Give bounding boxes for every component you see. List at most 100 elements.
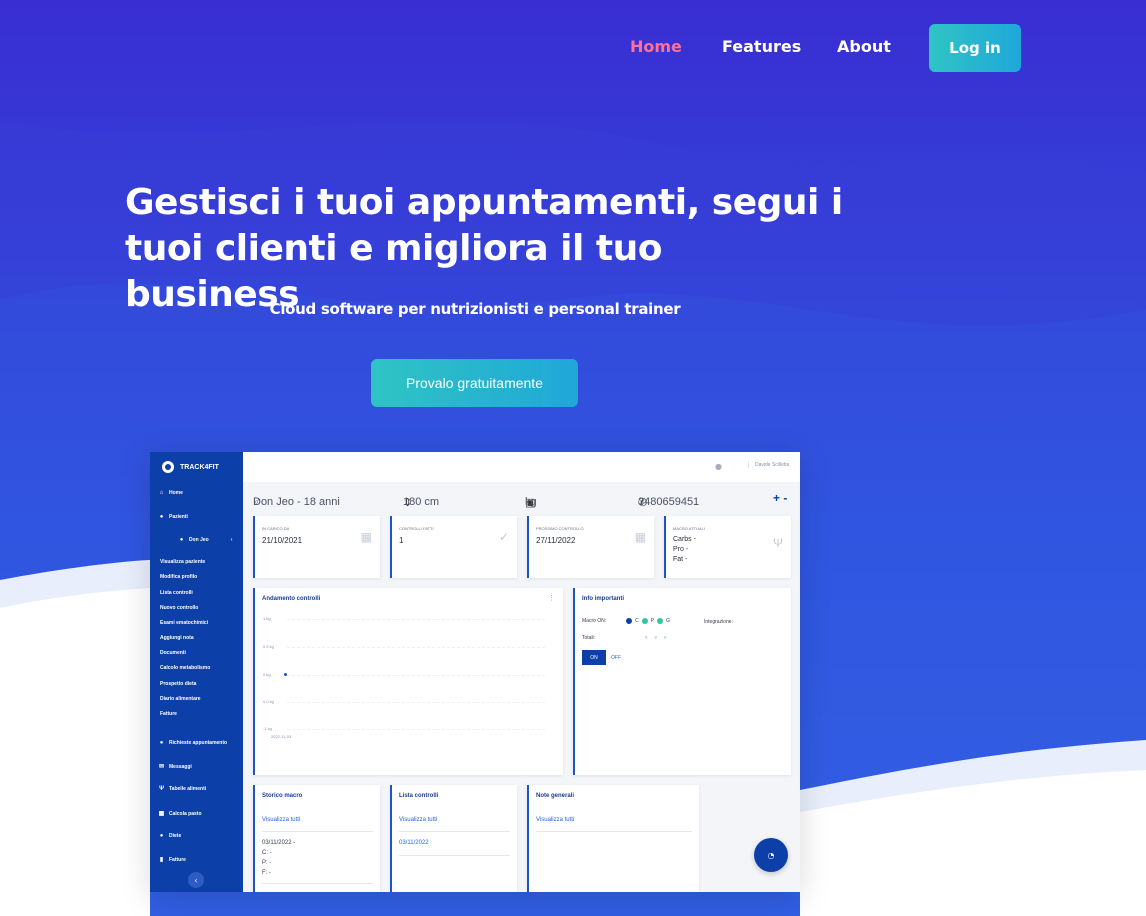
chart-tick: 1 kg bbox=[263, 616, 271, 621]
more-icon[interactable]: ⋮ bbox=[548, 594, 555, 602]
sidebar-item-pazienti[interactable]: ● Pazienti bbox=[158, 514, 188, 520]
chart-gridline bbox=[287, 702, 545, 703]
stat-card-prossimo: PROSSIMO CONTROLLO 27/11/2022 ▦ bbox=[527, 516, 654, 578]
storico-p: P: - bbox=[262, 860, 272, 866]
sidebar-item-label: Richieste appuntamento bbox=[169, 740, 228, 746]
headline-line-1: Gestisci i tuoi appuntamenti, segui i bbox=[125, 182, 843, 223]
sidebar-item-richieste[interactable]: ● Richieste appuntamento bbox=[158, 740, 227, 746]
chat-button[interactable]: ◔ bbox=[754, 838, 788, 872]
lista-controlli-card: Lista controlli Visualizza tutti 03/11/2… bbox=[390, 785, 517, 892]
patient-name-text: Don Jeo - 18 anni bbox=[253, 496, 340, 508]
nav-home-link[interactable]: Home bbox=[630, 37, 682, 56]
chart-tick: 0 kg bbox=[263, 672, 271, 677]
stat-label: PROSSIMO CONTROLLO bbox=[536, 526, 584, 531]
sidebar-item-messaggi[interactable]: ✉ Messaggi bbox=[158, 763, 192, 771]
sidebar-subitem[interactable]: Prospetto dieta bbox=[160, 681, 196, 687]
sidebar-item-diete[interactable]: ● Diete bbox=[158, 833, 182, 839]
stat-label: IN CARICO DA bbox=[262, 526, 290, 531]
divider bbox=[262, 831, 373, 832]
sidebar-subitem[interactable]: Esami ematochimici bbox=[160, 620, 208, 626]
bell-icon[interactable]: ● bbox=[715, 462, 722, 471]
cutlery-icon: Ψ bbox=[159, 786, 164, 792]
macro-p-dot[interactable] bbox=[641, 618, 648, 624]
patient-header: ♂ Don Jeo - 18 anni ⇕ 180 cm ▣ kg ✆ 3480659… bbox=[243, 486, 800, 509]
chart-gridline bbox=[287, 647, 545, 648]
sidebar-subitem[interactable]: Aggiungi nota bbox=[160, 635, 194, 641]
chart-gridline bbox=[287, 675, 545, 676]
controllo-date-link[interactable]: 03/11/2022 bbox=[399, 840, 429, 846]
view-all-link[interactable]: Visualizza tutti bbox=[536, 817, 574, 823]
sidebar-item-home[interactable]: ⌂ Home bbox=[158, 490, 183, 496]
sidebar-subitem[interactable]: Modifica profilo bbox=[160, 574, 197, 580]
sidebar-item-label: Fatture bbox=[169, 856, 186, 863]
nav-about-link[interactable]: About bbox=[837, 37, 891, 56]
note-generali-card: Note generali Visualizza tutti bbox=[527, 785, 699, 892]
macro-carbs: Carbs - bbox=[673, 536, 696, 543]
chart-x-label: 2022-11-03 bbox=[271, 734, 292, 739]
patient-height-text: 180 cm bbox=[403, 496, 440, 508]
sidebar-item-calcola[interactable]: ▦ Calcola pasto bbox=[158, 810, 202, 818]
apple-icon: ● bbox=[159, 833, 164, 839]
app-topbar: ● Davide Scilletta bbox=[243, 452, 800, 482]
card-title: Note generali bbox=[536, 793, 575, 799]
sidebar-item-tabelle[interactable]: Ψ Tabelle alimenti bbox=[158, 786, 206, 792]
sidebar-item-fatture[interactable]: ▮ Fatture bbox=[158, 856, 186, 864]
sidebar-subitem[interactable]: Diario alimentare bbox=[160, 696, 201, 702]
macro-pro: Pro - bbox=[673, 546, 689, 553]
stat-card-macro: MACRO ATTUALI Carbs - Pro - Fat - Ψ bbox=[664, 516, 791, 578]
collapse-sidebar-button[interactable]: ‹ bbox=[188, 872, 204, 888]
view-all-link[interactable]: Visualizza tutti bbox=[399, 817, 437, 823]
chart-tick: -1 kg bbox=[263, 726, 272, 731]
sidebar-subitem[interactable]: Nuovo controllo bbox=[160, 605, 198, 611]
chevron-right-icon: › bbox=[230, 537, 233, 543]
try-free-button[interactable]: Provalo gratuitamente bbox=[371, 359, 578, 407]
stat-label: CONTROLLI FATTI bbox=[399, 526, 434, 531]
info-importanti-card: Info importanti Macro ON: C P G Integraz… bbox=[573, 588, 791, 775]
app-sidebar: TRACK4FIT ⌂ Home ● Pazienti ● Don Jeo › Visu… bbox=[150, 452, 243, 892]
macro-g-label: G bbox=[666, 618, 671, 624]
card-title: Andamento controlli bbox=[262, 596, 321, 602]
chart-gridline bbox=[287, 729, 545, 730]
app-preview-screenshot: TRACK4FIT ⌂ Home ● Pazienti ● Don Jeo › Visu… bbox=[150, 452, 800, 892]
macro-c-dot[interactable] bbox=[626, 618, 633, 624]
macro-g-dot[interactable] bbox=[657, 618, 664, 624]
toggle-on-button[interactable]: ON bbox=[582, 650, 606, 665]
calculator-icon: ▦ bbox=[158, 811, 165, 817]
sidebar-subitem[interactable]: Visualizza paziente bbox=[160, 559, 205, 565]
sidebar-subitem[interactable]: Lista controlli bbox=[160, 590, 193, 596]
topbar-user[interactable]: Davide Scilletta bbox=[748, 462, 789, 468]
stat-card-in-carico: IN CARICO DA 21/10/2021 ▦ bbox=[253, 516, 380, 578]
nav-features-link[interactable]: Features bbox=[722, 37, 801, 56]
login-button[interactable]: Log in bbox=[929, 24, 1021, 72]
sidebar-item-label: Diete bbox=[169, 833, 182, 839]
sidebar-item-label: Calcola pasto bbox=[169, 810, 202, 817]
cutlery-icon: Ψ bbox=[772, 536, 783, 550]
chart-data-point[interactable] bbox=[284, 673, 287, 676]
patient-phone-text: 3480659451 bbox=[638, 496, 700, 508]
sidebar-subitem[interactable]: Calcolo metabolismo bbox=[160, 665, 210, 671]
app-brand: TRACK4FIT bbox=[162, 460, 219, 474]
sidebar-item-label: Pazienti bbox=[169, 514, 188, 520]
divider bbox=[399, 831, 510, 832]
sidebar-subitem[interactable]: Fatture bbox=[160, 711, 177, 717]
macro-on-label: Macro ON: bbox=[582, 618, 607, 624]
card-title: Storico macro bbox=[262, 793, 303, 799]
calendar-icon: ▦ bbox=[360, 530, 372, 544]
divider bbox=[262, 883, 373, 884]
sidebar-item-label: Tabelle alimenti bbox=[169, 786, 207, 792]
sidebar-subitem[interactable]: Documenti bbox=[160, 650, 186, 656]
chart-tick: 0.0 kg bbox=[263, 699, 274, 704]
user-icon: ● bbox=[179, 537, 184, 543]
macro-c-label: C bbox=[635, 618, 639, 624]
brand-logo-icon bbox=[162, 461, 174, 473]
patient-actions[interactable]: + - bbox=[773, 491, 787, 505]
toggle-off-button[interactable]: OFF bbox=[611, 650, 621, 665]
sidebar-item-patient[interactable]: ● Don Jeo › bbox=[178, 537, 233, 543]
stat-value: 1 bbox=[399, 536, 404, 545]
hero-section: Home Features About Log in Gestisci i tu… bbox=[0, 0, 1146, 916]
stat-value: 27/11/2022 bbox=[536, 536, 576, 545]
brand-name: TRACK4FIT bbox=[180, 463, 219, 471]
chat-icon: ◔ bbox=[767, 850, 775, 860]
view-all-link[interactable]: Visualizza tutti bbox=[262, 817, 300, 823]
chart-gridline bbox=[287, 619, 545, 620]
